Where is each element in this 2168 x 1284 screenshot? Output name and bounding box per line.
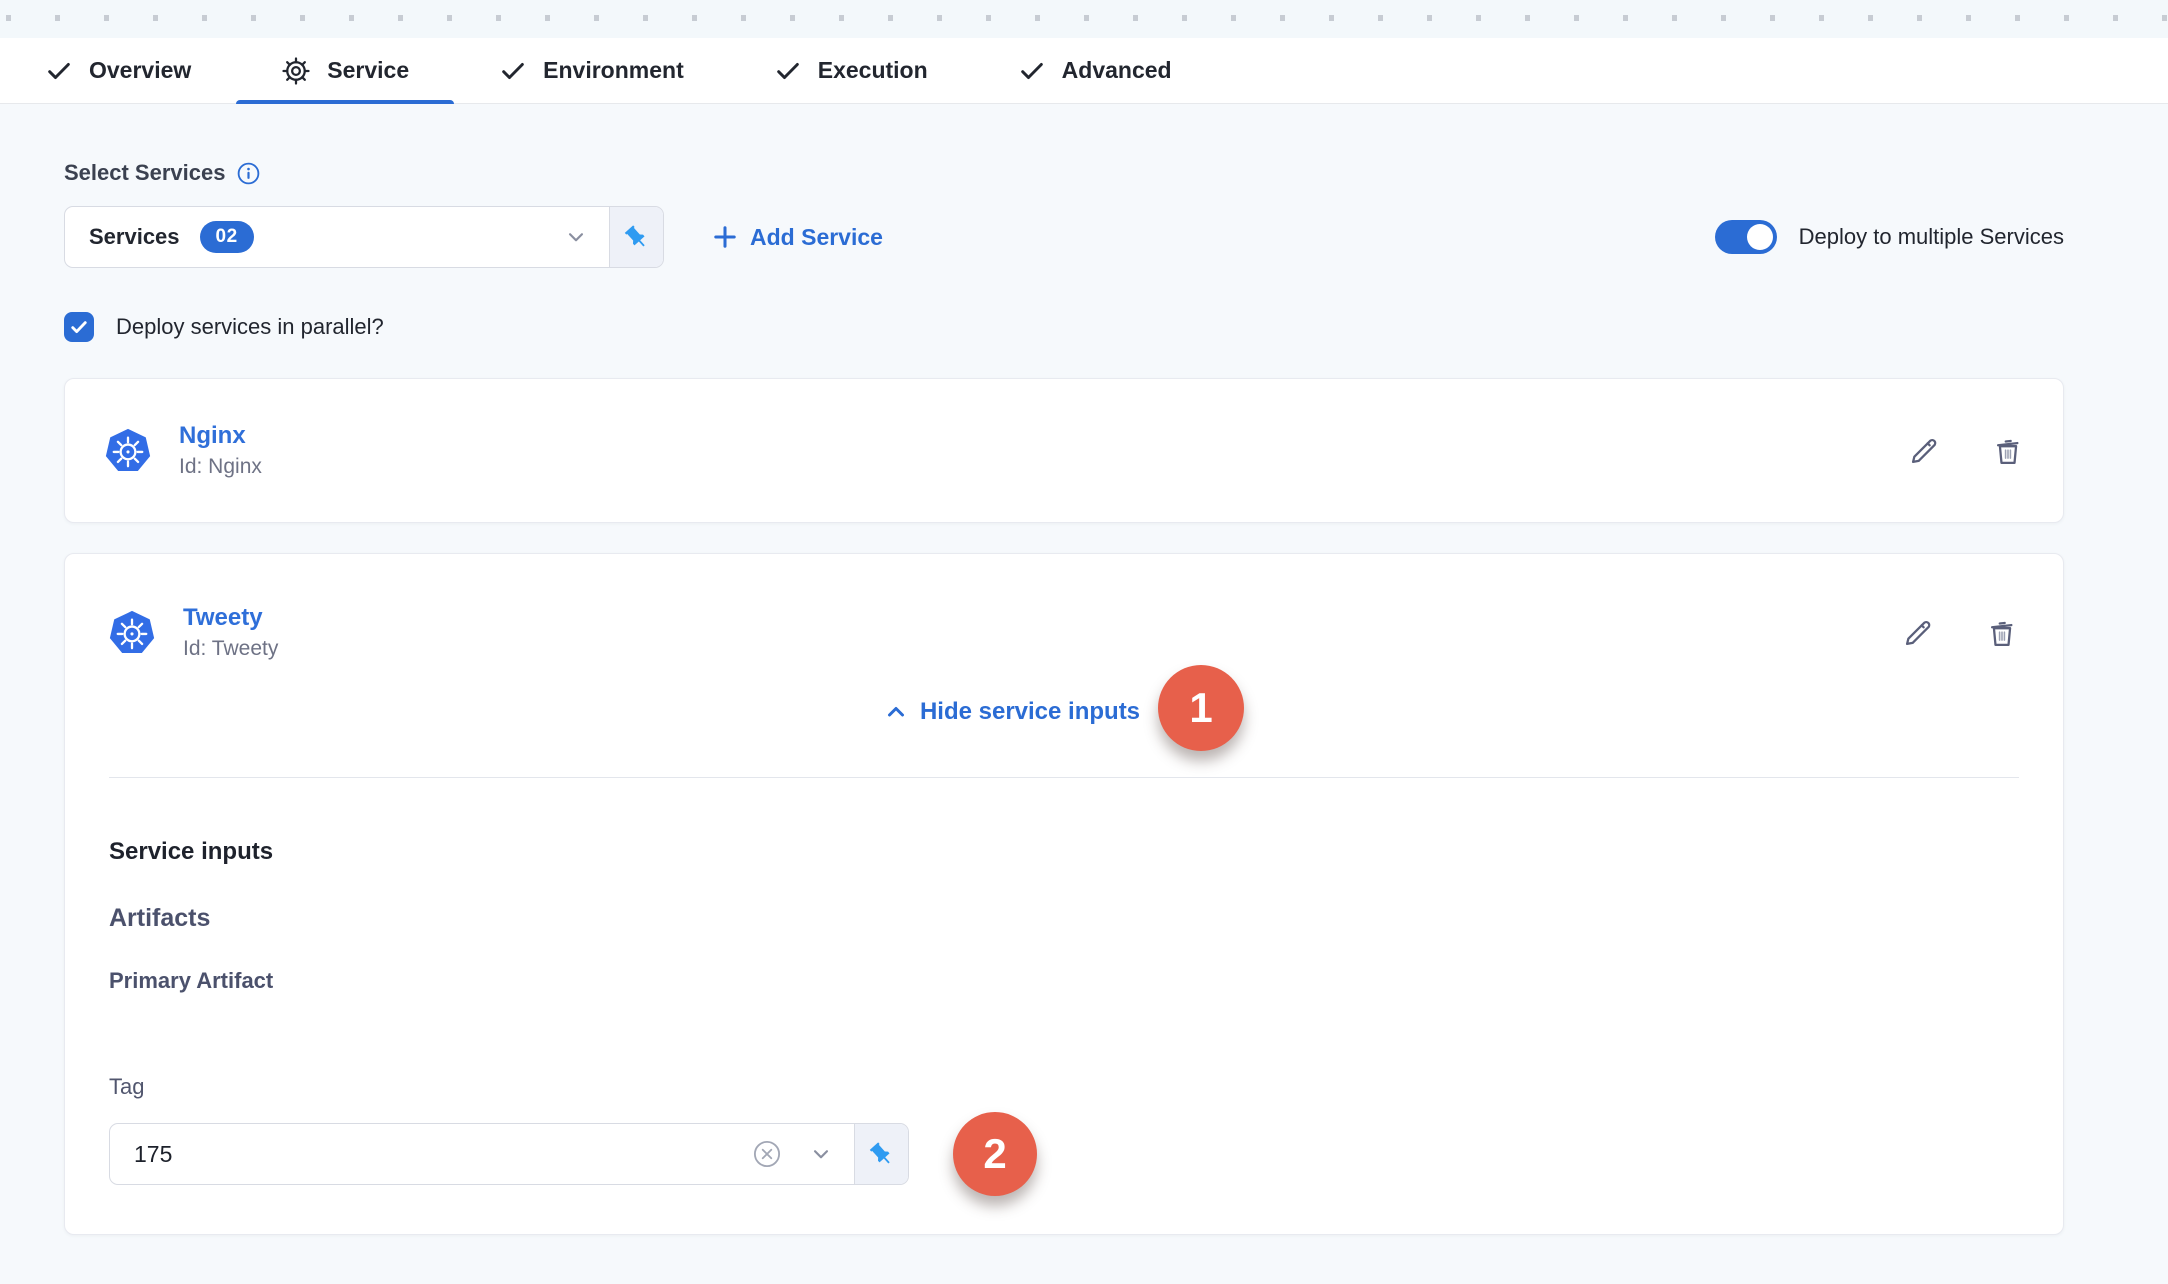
check-icon <box>774 57 802 85</box>
tab-advanced[interactable]: Advanced <box>973 38 1217 103</box>
annotation-badge-2: 2 <box>953 1112 1037 1196</box>
select-services-label: Select Services <box>64 160 225 186</box>
pipeline-stage-page: Overview Service Environment Execution <box>0 0 2168 1284</box>
parallel-deploy-row: Deploy services in parallel? <box>64 312 2064 342</box>
service-tab-content: Select Services Services 02 <box>0 104 2168 1284</box>
services-dropdown-main: Services 02 <box>65 207 609 267</box>
add-service-button[interactable]: Add Service <box>712 224 883 251</box>
service-inputs-title: Service inputs <box>109 838 2019 866</box>
service-titles: Nginx Id: Nginx <box>179 422 262 479</box>
service-actions <box>1907 434 2025 468</box>
chevron-down-icon[interactable] <box>563 224 589 250</box>
deploy-multiple-toggle[interactable] <box>1715 220 1777 254</box>
tab-label: Execution <box>818 57 928 84</box>
services-count-badge: 02 <box>200 221 254 253</box>
deploy-multiple-label: Deploy to multiple Services <box>1799 224 2064 250</box>
check-icon <box>45 57 73 85</box>
tab-label: Advanced <box>1062 57 1172 84</box>
tag-label: Tag <box>109 1074 2019 1100</box>
tab-label: Environment <box>543 57 684 84</box>
chevron-down-icon[interactable] <box>808 1141 834 1167</box>
tag-input-main: 175 <box>110 1124 854 1184</box>
gear-icon <box>281 56 311 86</box>
divider <box>109 777 2019 778</box>
service-actions <box>1901 616 2019 650</box>
pencil-icon <box>1907 434 1941 468</box>
select-services-row: Select Services <box>64 160 2064 186</box>
pin-runtime-input-button[interactable] <box>854 1124 908 1184</box>
tag-input[interactable]: 175 <box>134 1141 172 1168</box>
tag-input-icons <box>752 1139 834 1169</box>
service-id: Id: Tweety <box>183 637 278 661</box>
tab-label: Overview <box>89 57 191 84</box>
kubernetes-icon <box>109 610 155 656</box>
hide-service-inputs-button[interactable]: Hide service inputs <box>884 698 1140 726</box>
check-icon <box>1018 57 1046 85</box>
service-id: Id: Nginx <box>179 455 262 479</box>
service-card-nginx: Nginx Id: Nginx <box>64 378 2064 523</box>
trash-icon <box>1985 616 2019 650</box>
deploy-multiple-group: Deploy to multiple Services <box>1715 220 2064 254</box>
add-service-label: Add Service <box>750 224 883 251</box>
tab-overview[interactable]: Overview <box>0 38 236 103</box>
info-icon[interactable] <box>237 162 260 185</box>
service-name-link[interactable]: Tweety <box>183 604 278 632</box>
artifacts-title: Artifacts <box>109 904 2019 933</box>
pin-runtime-input-button[interactable] <box>609 207 663 267</box>
edit-service-button[interactable] <box>1901 616 1935 650</box>
edit-service-button[interactable] <box>1907 434 1941 468</box>
services-dropdown-value: Services <box>89 224 180 250</box>
tab-label: Service <box>327 57 409 84</box>
check-icon <box>499 57 527 85</box>
clear-icon[interactable] <box>752 1139 782 1169</box>
chevron-up-icon <box>884 700 908 724</box>
stage-tabbar: Overview Service Environment Execution <box>0 38 2168 104</box>
pencil-icon <box>1901 616 1935 650</box>
kubernetes-icon <box>105 428 151 474</box>
hide-service-inputs-label: Hide service inputs <box>920 698 1140 726</box>
primary-artifact-title: Primary Artifact <box>109 968 2019 994</box>
service-card-tweety: Tweety Id: Tweety <box>64 553 2064 1235</box>
toggle-knob <box>1747 224 1773 250</box>
hide-inputs-row: Hide service inputs 1 <box>109 669 2019 755</box>
annotation-badge-1: 1 <box>1158 665 1244 751</box>
tab-execution[interactable]: Execution <box>729 38 973 103</box>
tab-environment[interactable]: Environment <box>454 38 729 103</box>
tab-service[interactable]: Service <box>236 38 454 103</box>
canvas-dotted-strip <box>0 0 2168 38</box>
delete-service-button[interactable] <box>1991 434 2025 468</box>
service-head: Tweety Id: Tweety <box>109 604 2019 661</box>
trash-icon <box>1991 434 2025 468</box>
tag-row: 175 <box>109 1112 2019 1196</box>
parallel-deploy-label: Deploy services in parallel? <box>116 314 384 340</box>
service-name-link[interactable]: Nginx <box>179 422 262 450</box>
delete-service-button[interactable] <box>1985 616 2019 650</box>
tag-input-control: 175 <box>109 1123 909 1185</box>
plus-icon <box>712 224 738 250</box>
services-dropdown[interactable]: Services 02 <box>64 206 664 268</box>
services-controls-row: Services 02 Add Service <box>64 206 2064 268</box>
parallel-deploy-checkbox[interactable] <box>64 312 94 342</box>
service-titles: Tweety Id: Tweety <box>183 604 278 661</box>
